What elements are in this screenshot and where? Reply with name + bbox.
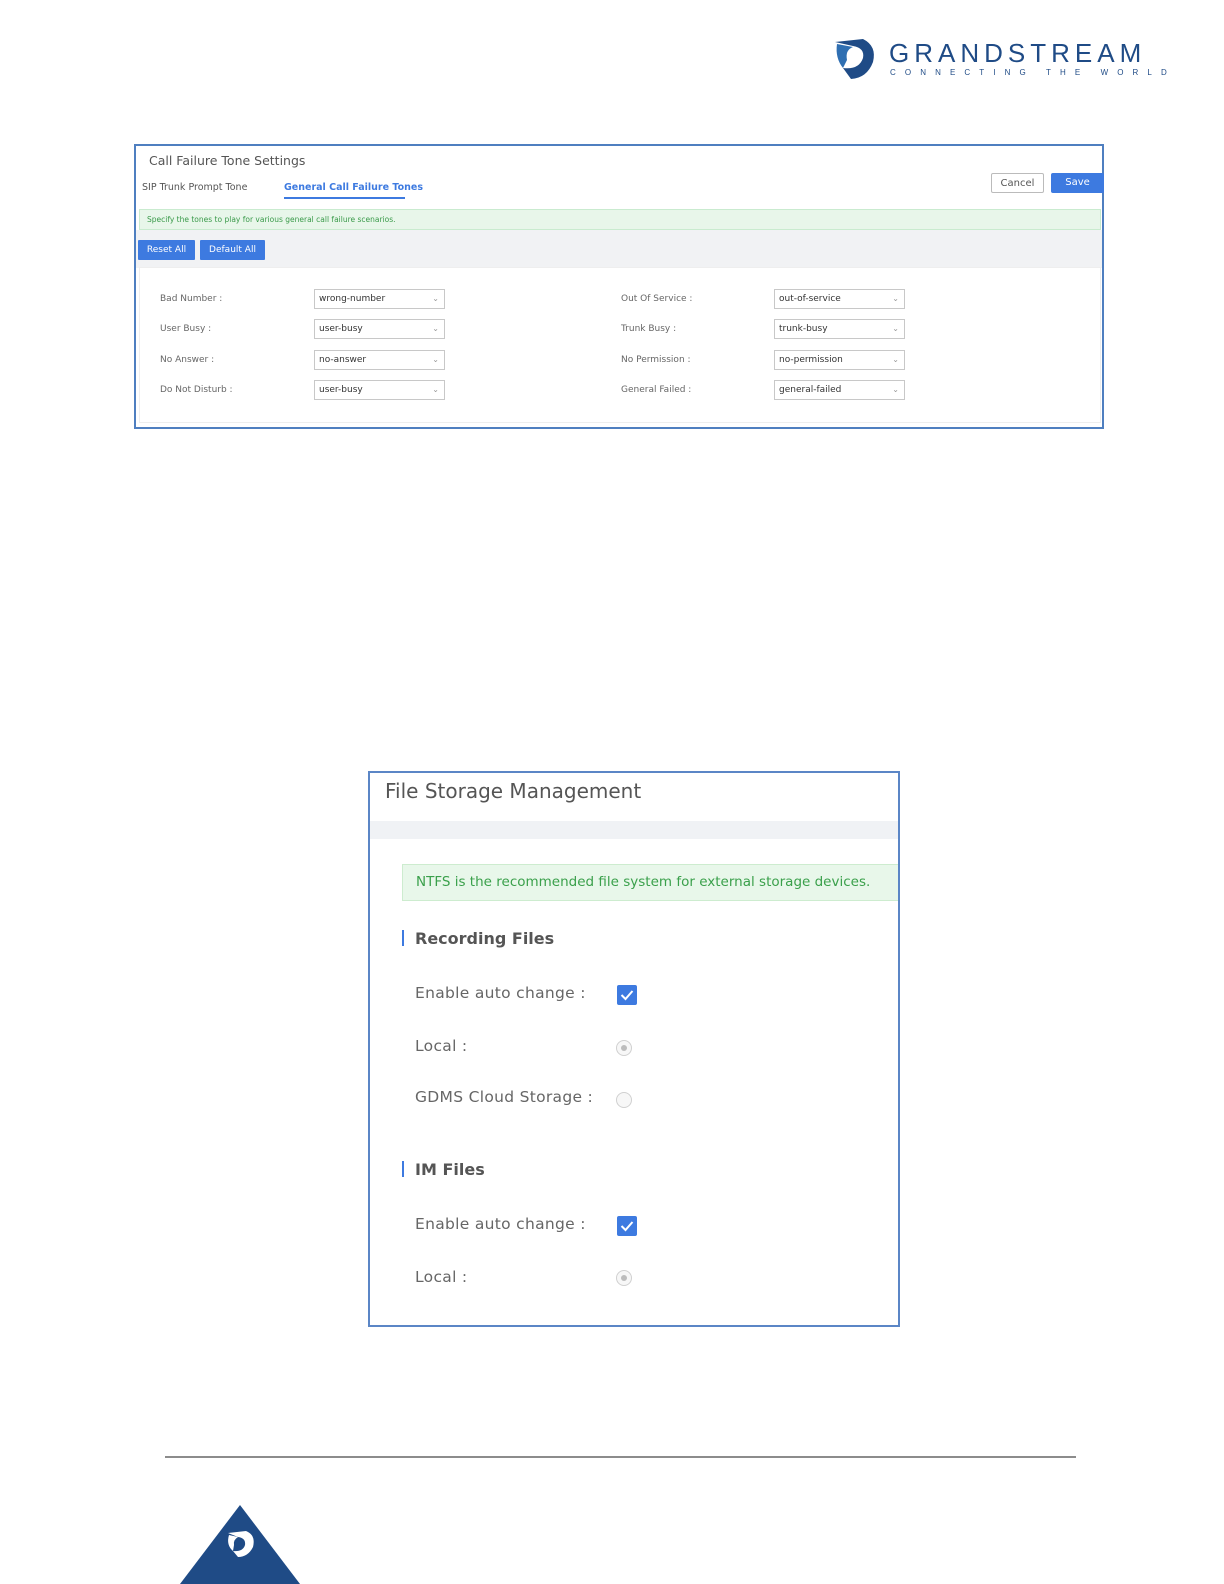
info-banner: NTFS is the recommended file system for … bbox=[402, 864, 898, 901]
out-of-service-select[interactable]: out-of-service ⌄ bbox=[774, 289, 905, 309]
section-title: IM Files bbox=[415, 1160, 485, 1179]
general-failed-label: General Failed : bbox=[621, 385, 692, 395]
recording-local-label: Local : bbox=[415, 1037, 468, 1055]
recording-local-radio[interactable] bbox=[616, 1040, 632, 1056]
user-busy-select[interactable]: user-busy ⌄ bbox=[314, 319, 445, 339]
chevron-down-icon: ⌄ bbox=[432, 385, 439, 394]
recording-gdms-radio[interactable] bbox=[616, 1092, 632, 1108]
save-button[interactable]: Save bbox=[1051, 173, 1104, 193]
no-permission-select[interactable]: no-permission ⌄ bbox=[774, 350, 905, 370]
out-of-service-label: Out Of Service : bbox=[621, 294, 693, 304]
brand-name: GRANDSTREAM bbox=[889, 38, 1147, 68]
general-failed-select[interactable]: general-failed ⌄ bbox=[774, 380, 905, 400]
recording-enable-auto-change-label: Enable auto change : bbox=[415, 984, 586, 1002]
trunk-busy-label: Trunk Busy : bbox=[621, 324, 677, 334]
brand-tagline: CONNECTING THE WORLD bbox=[890, 68, 1176, 77]
recording-files-heading: Recording Files bbox=[402, 929, 554, 948]
chevron-down-icon: ⌄ bbox=[892, 385, 899, 394]
tab-sip-trunk-prompt-tone[interactable]: SIP Trunk Prompt Tone bbox=[142, 182, 247, 193]
tab-general-call-failure-tones[interactable]: General Call Failure Tones bbox=[284, 182, 423, 193]
page-title: File Storage Management bbox=[385, 779, 642, 803]
im-enable-auto-change-checkbox[interactable] bbox=[617, 1216, 637, 1236]
file-storage-panel: File Storage Management NTFS is the reco… bbox=[368, 771, 900, 1327]
im-files-heading: IM Files bbox=[402, 1160, 485, 1179]
do-not-disturb-select[interactable]: user-busy ⌄ bbox=[314, 380, 445, 400]
section-title: Recording Files bbox=[415, 929, 555, 948]
im-local-radio[interactable] bbox=[616, 1270, 632, 1286]
cancel-button[interactable]: Cancel bbox=[991, 173, 1044, 193]
section-marker bbox=[402, 930, 404, 946]
no-answer-select[interactable]: no-answer ⌄ bbox=[314, 350, 445, 370]
no-permission-label: No Permission : bbox=[621, 355, 691, 365]
do-not-disturb-value: user-busy bbox=[319, 385, 363, 395]
no-answer-value: no-answer bbox=[319, 355, 367, 365]
toolbar-background bbox=[136, 230, 1102, 268]
no-answer-label: No Answer : bbox=[160, 355, 215, 365]
grandstream-mark-icon bbox=[835, 39, 874, 79]
info-banner: Specify the tones to play for various ge… bbox=[139, 209, 1101, 230]
user-busy-label: User Busy : bbox=[160, 324, 212, 334]
recording-gdms-label: GDMS Cloud Storage : bbox=[415, 1088, 594, 1106]
im-enable-auto-change-label: Enable auto change : bbox=[415, 1215, 586, 1233]
footer-divider bbox=[165, 1456, 1076, 1458]
section-marker bbox=[402, 1161, 404, 1177]
footer-logo-badge-icon bbox=[180, 1505, 300, 1584]
chevron-down-icon: ⌄ bbox=[432, 324, 439, 333]
do-not-disturb-label: Do Not Disturb : bbox=[160, 385, 233, 395]
no-permission-value: no-permission bbox=[779, 355, 843, 365]
bad-number-label: Bad Number : bbox=[160, 294, 223, 304]
header-divider bbox=[370, 821, 898, 839]
chevron-down-icon: ⌄ bbox=[892, 355, 899, 364]
user-busy-value: user-busy bbox=[319, 324, 363, 334]
call-failure-tone-panel: Call Failure Tone Settings SIP Trunk Pro… bbox=[134, 144, 1104, 429]
out-of-service-value: out-of-service bbox=[779, 294, 841, 304]
page-title: Call Failure Tone Settings bbox=[149, 153, 306, 168]
check-icon bbox=[620, 990, 634, 1001]
trunk-busy-select[interactable]: trunk-busy ⌄ bbox=[774, 319, 905, 339]
im-local-label: Local : bbox=[415, 1268, 468, 1286]
chevron-down-icon: ⌄ bbox=[432, 294, 439, 303]
active-tab-indicator bbox=[284, 197, 405, 199]
default-all-button[interactable]: Default All bbox=[200, 240, 265, 260]
tone-form: Bad Number : wrong-number ⌄ User Busy : u… bbox=[139, 267, 1101, 423]
reset-all-button[interactable]: Reset All bbox=[138, 240, 195, 260]
bad-number-value: wrong-number bbox=[319, 294, 386, 304]
bad-number-select[interactable]: wrong-number ⌄ bbox=[314, 289, 445, 309]
grandstream-logo: GRANDSTREAM CONNECTING THE WORLD bbox=[833, 38, 1167, 82]
chevron-down-icon: ⌄ bbox=[432, 355, 439, 364]
general-failed-value: general-failed bbox=[779, 385, 842, 395]
chevron-down-icon: ⌄ bbox=[892, 324, 899, 333]
chevron-down-icon: ⌄ bbox=[892, 294, 899, 303]
check-icon bbox=[620, 1221, 634, 1232]
trunk-busy-value: trunk-busy bbox=[779, 324, 828, 334]
recording-enable-auto-change-checkbox[interactable] bbox=[617, 985, 637, 1005]
